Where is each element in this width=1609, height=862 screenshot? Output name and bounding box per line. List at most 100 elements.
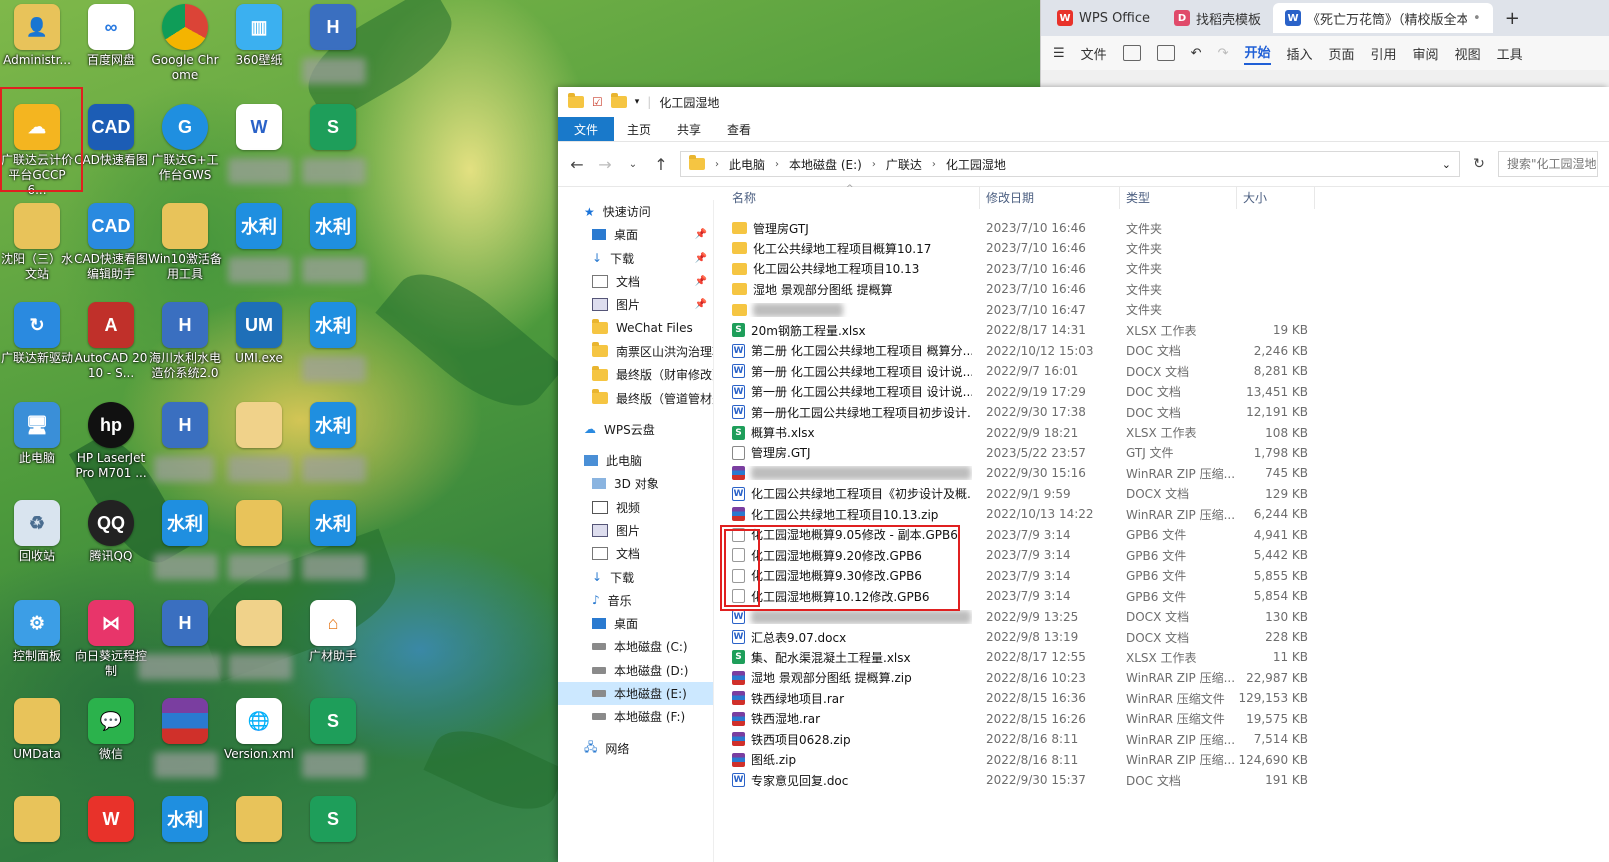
file-row[interactable]: W 专家意见回复.doc 2022/9/30 15:37 DOC 文档 191 KB (726, 770, 1326, 790)
nav-item-drive-c[interactable]: 本地磁盘 (C:) (558, 635, 713, 658)
desktop-icon-cad-viewer[interactable]: CAD CAD快速看图 (74, 104, 148, 168)
file-row[interactable]: W 第二册 化工园公共绿地工程项目 概算分... 2022/10/12 15:03 D… (726, 341, 1326, 361)
quick-toolbar-dropdown-icon[interactable]: ▾ (635, 97, 640, 107)
desktop-icon-sheet-3[interactable]: S (296, 796, 370, 845)
chevron-right-icon[interactable]: › (932, 159, 936, 170)
desktop-icon-haichuan-2[interactable]: H (148, 402, 222, 482)
desktop-icon-water[interactable]: 水利 (148, 500, 222, 580)
tab-close-icon[interactable]: • (1473, 11, 1481, 26)
nav-network[interactable]: 🖧 网络 (558, 737, 713, 760)
nav-item-pc-desktop[interactable]: 桌面 (558, 612, 713, 635)
desktop-icon-haichuan[interactable]: H 海川水利水电造价系统2.0 (148, 302, 222, 381)
back-arrow-icon[interactable]: ← (568, 155, 586, 174)
desktop-icon-control-panel[interactable]: ⚙ 控制面板 (0, 600, 74, 664)
desktop-icon-pdf-2[interactable] (222, 600, 296, 680)
ribbon-tab-share[interactable]: 共享 (664, 117, 714, 141)
desktop-icon-cad-helper[interactable]: CAD CAD快速看图 编辑助手 (74, 203, 148, 282)
desktop-icon-water-2[interactable]: 水利 (148, 796, 222, 845)
nav-item-documents[interactable]: 文档 📌 (558, 270, 713, 293)
nav-quick-access[interactable]: ★ 快速访问 (558, 200, 713, 223)
nav-this-pc[interactable]: 此电脑 (558, 449, 713, 472)
desktop-icon-wechat[interactable]: 💬 微信 (74, 698, 148, 762)
nav-item-pc-documents[interactable]: 文档 (558, 542, 713, 565)
nav-item-drive-e[interactable]: 本地磁盘 (E:) (558, 681, 713, 706)
desktop-icon-wps-doc[interactable]: W (222, 104, 296, 184)
wps-menu-icon[interactable]: ☰ (1053, 46, 1065, 61)
redo-icon[interactable]: ↷ (1218, 46, 1229, 61)
nav-item-videos[interactable]: 视频 (558, 496, 713, 519)
desktop-icon-win10-tool[interactable]: Win10激活备用工具 (148, 203, 222, 282)
desktop-icon-umdata[interactable]: UMData (0, 698, 74, 762)
file-row[interactable]: 化工园公共绿地工程项目10.13 2023/7/10 16:46 文件夹 (726, 259, 1326, 279)
column-header-date[interactable]: 修改日期 (980, 187, 1120, 209)
file-row[interactable]: S 集、配水渠混凝土工程量.xlsx 2022/8/17 12:55 XLSX 工作表… (726, 647, 1326, 667)
chevron-right-icon[interactable]: › (775, 159, 779, 170)
desktop-icon-hp-printer[interactable]: hp HP LaserJet Pro M701 ... (74, 402, 148, 481)
nav-item-pc-downloads[interactable]: ↓ 下载 (558, 565, 713, 588)
wps-menu-insert[interactable]: 插入 (1287, 44, 1313, 63)
file-row[interactable]: 铁西项目0628.zip 2022/8/16 8:11 WinRAR ZIP 压缩.… (726, 729, 1326, 749)
desktop-icon-folder-2[interactable] (222, 500, 296, 580)
refresh-icon[interactable]: ↻ (1470, 156, 1488, 172)
file-row[interactable]: W 第一册 化工园公共绿地工程项目 设计说... 2022/9/7 16:01 DOC… (726, 361, 1326, 381)
desktop-icon-umi[interactable]: UM UMI.exe (222, 302, 296, 366)
file-row[interactable]: 化工公共绿地工程项目概算10.17 2023/7/10 16:46 文件夹 (726, 238, 1326, 258)
column-header-size[interactable]: 大小 (1237, 187, 1315, 209)
print-icon[interactable] (1156, 45, 1175, 61)
desktop-icon-water-7[interactable]: 水利 (296, 500, 370, 580)
desktop-icon-sheet[interactable]: S (296, 104, 370, 184)
chevron-down-icon[interactable]: ⌄ (1442, 158, 1451, 171)
nav-item-pictures[interactable]: 图片 📌 (558, 293, 713, 316)
desktop-icon-haichuan-4[interactable]: H (296, 4, 370, 84)
file-row[interactable]: 湿地 景观部分图纸 提概算.zip 2022/8/16 10:23 WinRAR Z… (726, 668, 1326, 688)
ribbon-tab-home[interactable]: 主页 (614, 117, 664, 141)
nav-item-3d-objects[interactable]: 3D 对象 (558, 472, 713, 495)
desktop-icon-sunlogin[interactable]: ⋈ 向日葵远程控制 (74, 600, 148, 679)
file-row[interactable]: 图纸.zip 2022/8/16 8:11 WinRAR ZIP 压缩... 124,… (726, 750, 1326, 770)
file-row[interactable]: 2023/7/10 16:47 文件夹 (726, 300, 1326, 320)
nav-item-final-pipe[interactable]: 最终版（管道管材处 (558, 386, 713, 409)
desktop-icon-pdf[interactable] (222, 402, 296, 482)
file-row[interactable]: W 汇总表9.07.docx 2022/9/8 13:19 DOCX 文档 228 KB (726, 627, 1326, 647)
desktop-icon-chrome[interactable]: Google Chrome (148, 4, 222, 83)
column-header-type[interactable]: 类型 (1120, 187, 1237, 209)
ribbon-tab-file[interactable]: 文件 (558, 117, 615, 141)
nav-item-wechat-files[interactable]: WeChat Files (558, 316, 713, 339)
save-icon[interactable] (1122, 45, 1141, 61)
nav-wps-cloud[interactable]: ☁ WPS云盘 (558, 418, 713, 441)
ribbon-tab-view[interactable]: 查看 (714, 117, 764, 141)
breadcrumb-glodon[interactable]: 广联达 (886, 156, 922, 173)
up-arrow-icon[interactable]: ↑ (652, 155, 670, 174)
file-row[interactable]: 铁西湿地.rar 2022/8/15 16:26 WinRAR 压缩文件 19,575… (726, 709, 1326, 729)
chevron-right-icon[interactable]: › (872, 159, 876, 170)
desktop-icon-sheet-2[interactable]: S (296, 698, 370, 778)
new-folder-icon[interactable] (610, 93, 627, 108)
file-row[interactable]: 管理房GTJ 2023/7/10 16:46 文件夹 (726, 218, 1326, 238)
wps-new-tab-button[interactable]: + (1493, 3, 1532, 33)
desktop-icon-winrar[interactable] (148, 698, 222, 778)
properties-icon[interactable]: ☑ (592, 95, 603, 109)
breadcrumb-drive-e[interactable]: 本地磁盘 (E:) (789, 156, 862, 173)
recent-locations-icon[interactable]: ⌄ (624, 159, 642, 170)
desktop-icon-haichuan-3[interactable]: H (138, 600, 222, 680)
desktop-icon-administrator[interactable]: 👤 Administr... (0, 4, 74, 68)
search-input[interactable]: 搜索"化工园湿地" (1498, 151, 1598, 177)
desktop-icon-water-3[interactable]: 水利 (222, 203, 296, 283)
wps-file-menu[interactable]: 文件 (1081, 44, 1107, 63)
chevron-right-icon[interactable]: › (715, 159, 719, 170)
nav-item-desktop[interactable]: 桌面 📌 (558, 223, 713, 246)
desktop-icon-this-pc[interactable]: 🖥 此电脑 (0, 402, 74, 466)
breadcrumb-this-pc[interactable]: 此电脑 (729, 156, 765, 173)
wps-menu-review[interactable]: 审阅 (1413, 44, 1439, 63)
file-row[interactable]: S 20m钢筋工程量.xlsx 2022/8/17 14:31 XLSX 工作表 19 … (726, 320, 1326, 340)
nav-item-drive-d[interactable]: 本地磁盘 (D:) (558, 659, 713, 682)
nav-item-music[interactable]: ♪ 音乐 (558, 589, 713, 612)
desktop-icon-glodon-driver[interactable]: ↻ 广联达新驱动 (0, 302, 74, 366)
desktop-icon-water-6[interactable]: 水利 (296, 402, 370, 482)
forward-arrow-icon[interactable]: → (596, 155, 614, 174)
file-row[interactable]: 化工园公共绿地工程项目10.13.zip 2022/10/13 14:22 WinR… (726, 504, 1326, 524)
undo-icon[interactable]: ↶ (1191, 46, 1202, 61)
desktop-icon-shenyang-station[interactable]: 沈阳（三）水文站 (0, 203, 74, 282)
file-row[interactable]: W 化工园公共绿地工程项目《初步设计及概... 2022/9/1 9:59 DOCX … (726, 484, 1326, 504)
wps-tab-templates[interactable]: D 找稻壳模板 (1162, 3, 1273, 33)
